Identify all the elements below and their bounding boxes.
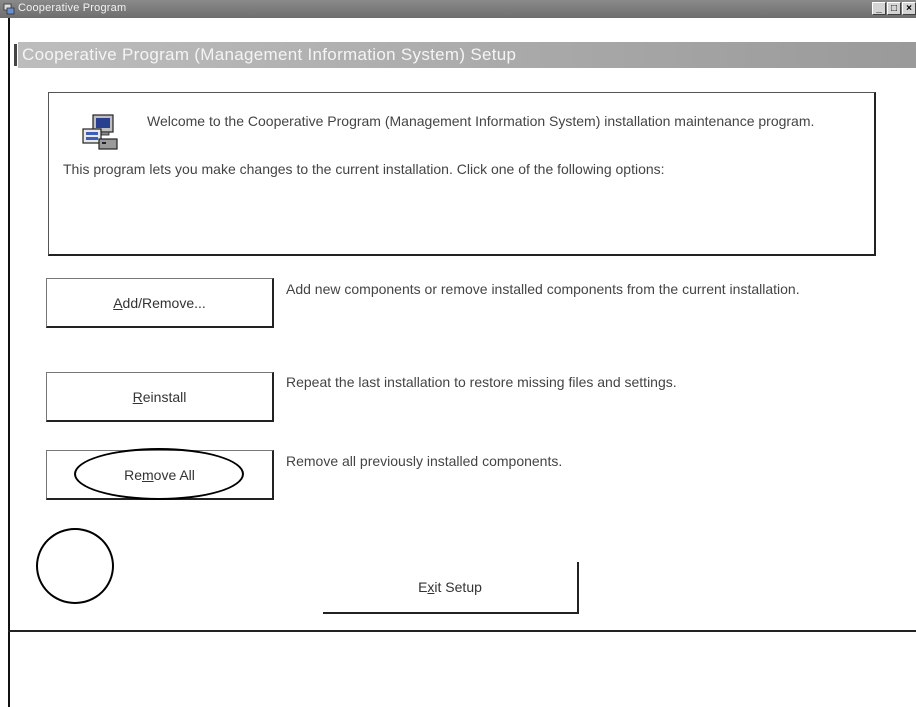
remove-all-description: Remove all previously installed componen…	[286, 453, 563, 469]
window-frame-left	[8, 18, 10, 707]
reinstall-label-mnemonic: R	[132, 388, 143, 405]
window-bottom-divider	[8, 630, 916, 632]
welcome-text: Welcome to the Cooperative Program (Mana…	[147, 113, 815, 129]
remove-all-label-prefix: Re	[124, 466, 142, 483]
add-remove-description: Add new components or remove installed c…	[286, 281, 800, 297]
header-edge	[14, 44, 17, 66]
remove-all-label-mnemonic: m	[141, 466, 154, 483]
add-remove-label-suffix: dd/Remove...	[122, 294, 206, 311]
instructions-text: This program lets you make changes to th…	[63, 161, 665, 177]
exit-setup-button[interactable]: Exit Setup	[323, 562, 579, 614]
reinstall-button[interactable]: Reinstall	[46, 372, 274, 422]
setup-header: Cooperative Program (Management Informat…	[18, 42, 916, 68]
computer-setup-icon	[82, 114, 118, 150]
close-button[interactable]: ×	[902, 2, 916, 15]
add-remove-button[interactable]: Add/Remove...	[46, 278, 274, 328]
window-titlebar: Cooperative Program _ □ ×	[0, 0, 916, 18]
reinstall-description: Repeat the last installation to restore …	[286, 374, 677, 390]
annotation-circle	[36, 528, 114, 604]
welcome-panel: Welcome to the Cooperative Program (Mana…	[48, 92, 876, 256]
exit-label-suffix: it Setup	[434, 579, 482, 595]
reinstall-label-suffix: einstall	[142, 388, 187, 405]
remove-all-label-suffix: ove All	[153, 466, 195, 483]
add-remove-label-mnemonic: A	[113, 294, 123, 311]
minimize-button[interactable]: _	[872, 2, 886, 15]
maximize-button[interactable]: □	[887, 2, 901, 15]
remove-all-button[interactable]: Remove All	[46, 450, 274, 500]
setup-app-icon	[3, 3, 15, 15]
window-title: Cooperative Program	[18, 2, 127, 14]
